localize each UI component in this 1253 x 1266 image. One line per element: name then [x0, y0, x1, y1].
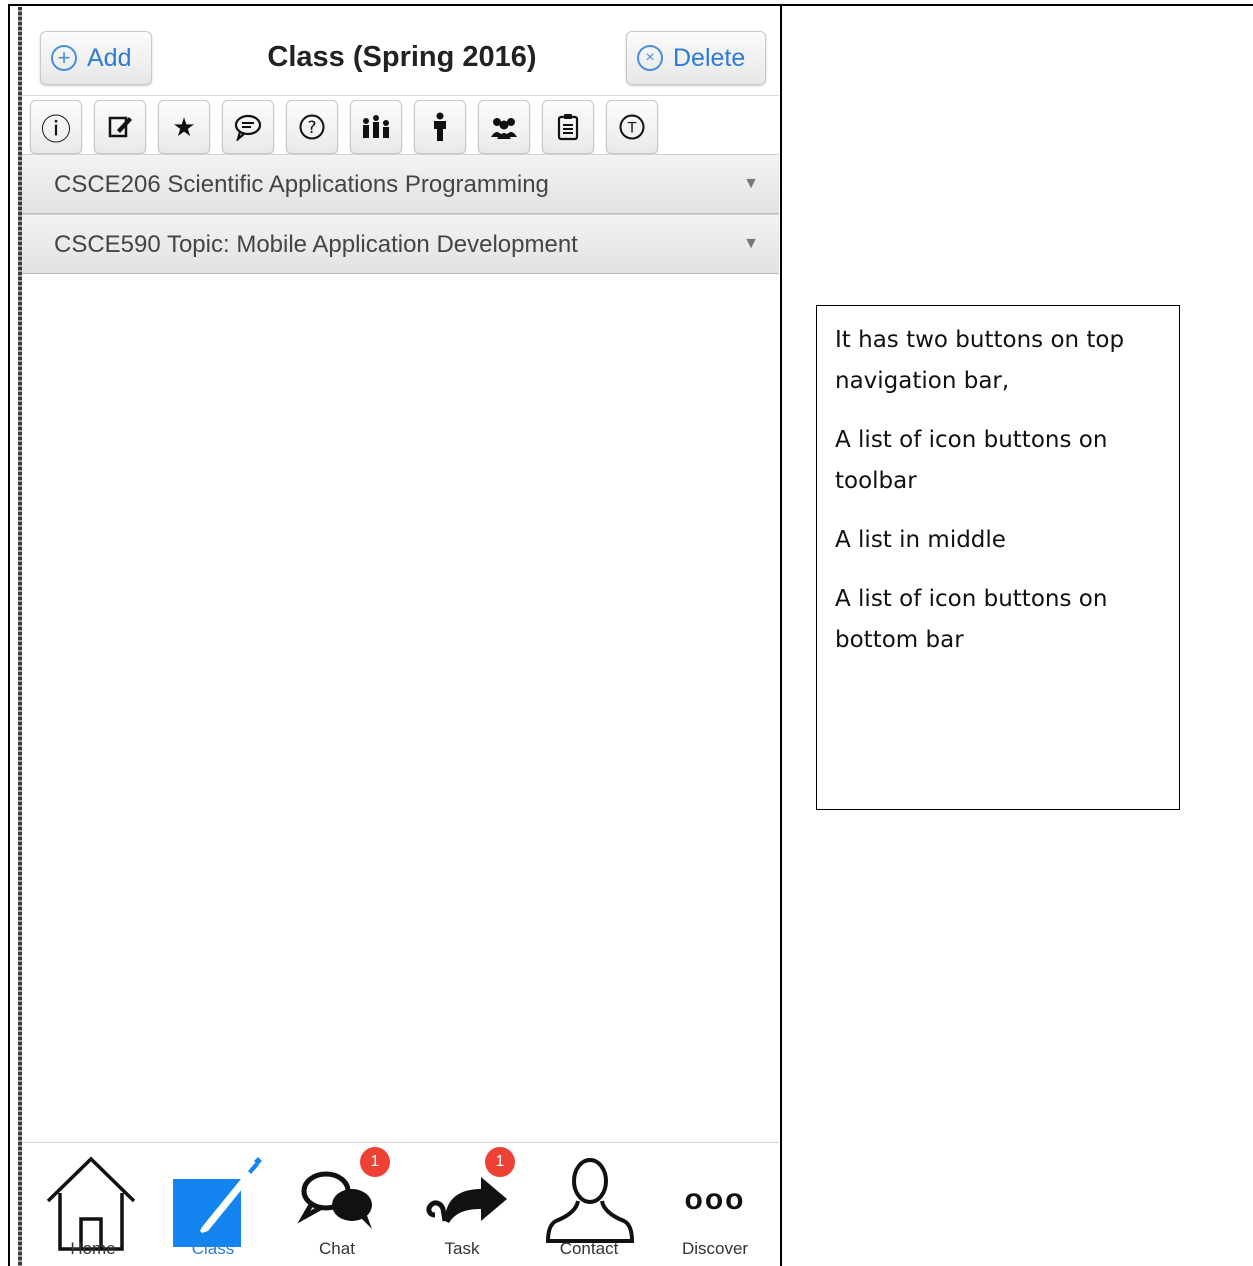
chevron-down-icon: ▼: [743, 175, 759, 192]
list-item[interactable]: CSCE590 Topic: Mobile Application Develo…: [22, 214, 779, 274]
tab-discover-label: Discover: [681, 1239, 749, 1258]
toolbar-edit-button[interactable]: [94, 100, 146, 154]
comment-icon: [234, 114, 262, 141]
toolbar-info-button[interactable]: ⓘ: [30, 100, 82, 154]
t-circle-icon: T: [619, 114, 645, 140]
delete-button-label: Delete: [673, 43, 746, 72]
tab-home[interactable]: Home: [30, 1143, 156, 1266]
tab-contact-label: Contact: [559, 1239, 619, 1258]
x-circle-icon: ×: [637, 45, 663, 71]
table-border-top: [8, 4, 1253, 6]
table-border-left: [8, 4, 10, 1266]
task-badge: 1: [485, 1147, 515, 1177]
add-button[interactable]: + Add: [40, 31, 152, 85]
note-line: A list of icon buttons on bottom bar: [835, 586, 1108, 653]
tab-class[interactable]: Class: [150, 1143, 276, 1266]
clipboard-icon: [557, 114, 579, 141]
star-icon: ★: [172, 111, 196, 142]
toolbar-comment-button[interactable]: [222, 100, 274, 154]
person-icon: [434, 112, 446, 141]
chevron-down-icon: ▼: [743, 235, 759, 252]
bottom-tab-bar: Home Class 1 Chat 1 Task Contact ooo Dis…: [22, 1142, 779, 1266]
tab-home-label: Home: [70, 1239, 116, 1258]
class-edit-icon: [173, 1157, 262, 1247]
table-column-divider: [780, 4, 782, 1266]
toolbar-group-button[interactable]: [478, 100, 530, 154]
contact-icon: [545, 1158, 635, 1243]
group-icon: [491, 118, 517, 139]
toolbar-chart-button[interactable]: [350, 100, 402, 154]
toolbar-help-button[interactable]: ?: [286, 100, 338, 154]
description-note: It has two buttons on top navigation bar…: [816, 305, 1180, 810]
class-list: CSCE206 Scientific Applications Programm…: [22, 154, 779, 274]
list-item-label: CSCE590 Topic: Mobile Application Develo…: [54, 231, 578, 258]
edit-icon: [108, 116, 132, 138]
note-line: It has two buttons on top navigation bar…: [835, 327, 1125, 394]
list-item[interactable]: CSCE206 Scientific Applications Programm…: [22, 154, 779, 214]
home-icon: [46, 1156, 136, 1251]
tab-chat[interactable]: 1 Chat: [274, 1143, 400, 1266]
phone-screen: + Add Class (Spring 2016) × Delete ⓘ ★ ?…: [22, 7, 779, 1266]
info-icon: ⓘ: [41, 113, 71, 148]
tab-chat-label: Chat: [319, 1239, 355, 1258]
note-line: A list in middle: [835, 527, 1006, 553]
toolbar-star-button[interactable]: ★: [158, 100, 210, 154]
tab-discover[interactable]: ooo Discover: [652, 1143, 778, 1266]
toolbar-t-button[interactable]: T: [606, 100, 658, 154]
chart-icon: [363, 115, 389, 138]
tab-task-label: Task: [444, 1239, 480, 1258]
chat-badge: 1: [360, 1147, 390, 1177]
toolbar-clipboard-button[interactable]: [542, 100, 594, 154]
tab-class-label: Class: [191, 1239, 235, 1258]
note-line: A list of icon buttons on toolbar: [835, 427, 1108, 494]
more-icon: ooo: [684, 1183, 746, 1216]
svg-text:T: T: [627, 121, 637, 137]
tab-contact[interactable]: Contact: [526, 1143, 652, 1266]
toolbar-person-button[interactable]: [414, 100, 466, 154]
top-navigation-bar: + Add Class (Spring 2016) × Delete: [22, 17, 779, 99]
plus-circle-icon: +: [51, 45, 77, 71]
toolbar: ⓘ ★ ? T: [22, 95, 779, 156]
page-title: Class (Spring 2016): [267, 41, 537, 73]
add-button-label: Add: [87, 43, 132, 72]
svg-text:?: ?: [307, 118, 316, 138]
list-item-label: CSCE206 Scientific Applications Programm…: [54, 171, 549, 198]
tab-task[interactable]: 1 Task: [399, 1143, 525, 1266]
help-icon: ?: [299, 114, 325, 140]
delete-button[interactable]: × Delete: [626, 31, 766, 85]
